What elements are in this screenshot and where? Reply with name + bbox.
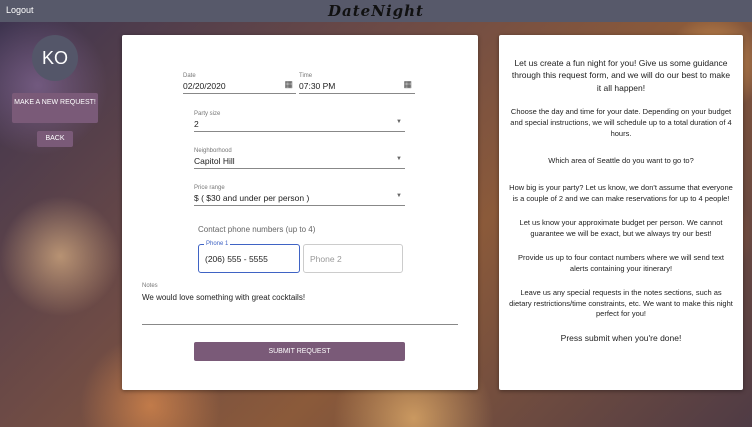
help-notes: Leave us any special requests in the not… xyxy=(509,287,733,319)
help-budget: Let us know your approximate budget per … xyxy=(519,218,723,239)
phone1-input[interactable]: Phone 1 (206) 555 - 5555 xyxy=(198,241,300,273)
chevron-down-icon: ▼ xyxy=(396,156,402,162)
phone2-placeholder: Phone 2 xyxy=(310,254,342,264)
notes-field[interactable]: Notes We would love something with great… xyxy=(142,283,458,325)
notes-label: Notes xyxy=(142,283,158,289)
time-field[interactable]: Time 07:30 PM ▦ xyxy=(299,73,415,94)
chevron-down-icon: ▼ xyxy=(396,193,402,199)
date-input[interactable]: 02/20/2020 ▦ xyxy=(183,79,296,94)
help-contacts: Provide us up to four contact numbers wh… xyxy=(518,252,724,273)
price-range-select[interactable]: Price range $ ( $30 and under per person… xyxy=(194,185,405,206)
top-navbar: Logout DateNight xyxy=(0,0,752,22)
avatar: KO xyxy=(32,35,78,81)
help-party: How big is your party? Let us know, we d… xyxy=(509,183,733,204)
help-datetime: Choose the day and time for your date. D… xyxy=(510,106,732,138)
back-button[interactable]: BACK xyxy=(37,131,73,147)
submit-request-button[interactable]: SUBMIT REQUEST xyxy=(194,342,405,361)
date-label: Date xyxy=(183,73,196,79)
party-size-label: Party size xyxy=(194,111,221,117)
calendar-icon[interactable]: ▦ xyxy=(284,79,293,90)
new-request-button[interactable]: MAKE A NEW REQUEST! xyxy=(12,93,98,123)
time-input[interactable]: 07:30 PM ▦ xyxy=(299,79,415,94)
time-value: 07:30 PM xyxy=(299,81,336,91)
party-size-value: 2 xyxy=(194,119,199,129)
help-card: Let us create a fun night for you! Give … xyxy=(499,35,743,390)
neighborhood-label: Neighborhood xyxy=(194,148,232,154)
help-area: Which area of Seattle do you want to go … xyxy=(548,155,694,165)
contact-phones-label: Contact phone numbers (up to 4) xyxy=(198,225,316,234)
request-form-card: Date 02/20/2020 ▦ Time 07:30 PM ▦ Party … xyxy=(122,35,478,390)
chevron-down-icon: ▼ xyxy=(396,119,402,125)
neighborhood-value: Capitol Hill xyxy=(194,156,235,166)
date-field[interactable]: Date 02/20/2020 ▦ xyxy=(183,73,296,94)
help-intro: Let us create a fun night for you! Give … xyxy=(511,58,731,93)
date-value: 02/20/2020 xyxy=(183,81,226,91)
notes-value[interactable]: We would love something with great cockt… xyxy=(142,293,458,325)
phone1-label: Phone 1 xyxy=(204,241,231,247)
brand-logo: DateNight xyxy=(328,2,424,20)
party-size-select[interactable]: Party size 2 ▼ xyxy=(194,111,405,132)
time-label: Time xyxy=(299,73,313,79)
price-range-value: $ ( $30 and under per person ) xyxy=(194,193,310,203)
neighborhood-select[interactable]: Neighborhood Capitol Hill ▼ xyxy=(194,148,405,169)
price-range-label: Price range xyxy=(194,185,225,191)
help-submit: Press submit when you're done! xyxy=(560,333,682,344)
phone2-input[interactable]: Phone 2 xyxy=(303,244,403,273)
calendar-icon[interactable]: ▦ xyxy=(403,79,412,90)
phone1-value: (206) 555 - 5555 xyxy=(205,254,268,264)
